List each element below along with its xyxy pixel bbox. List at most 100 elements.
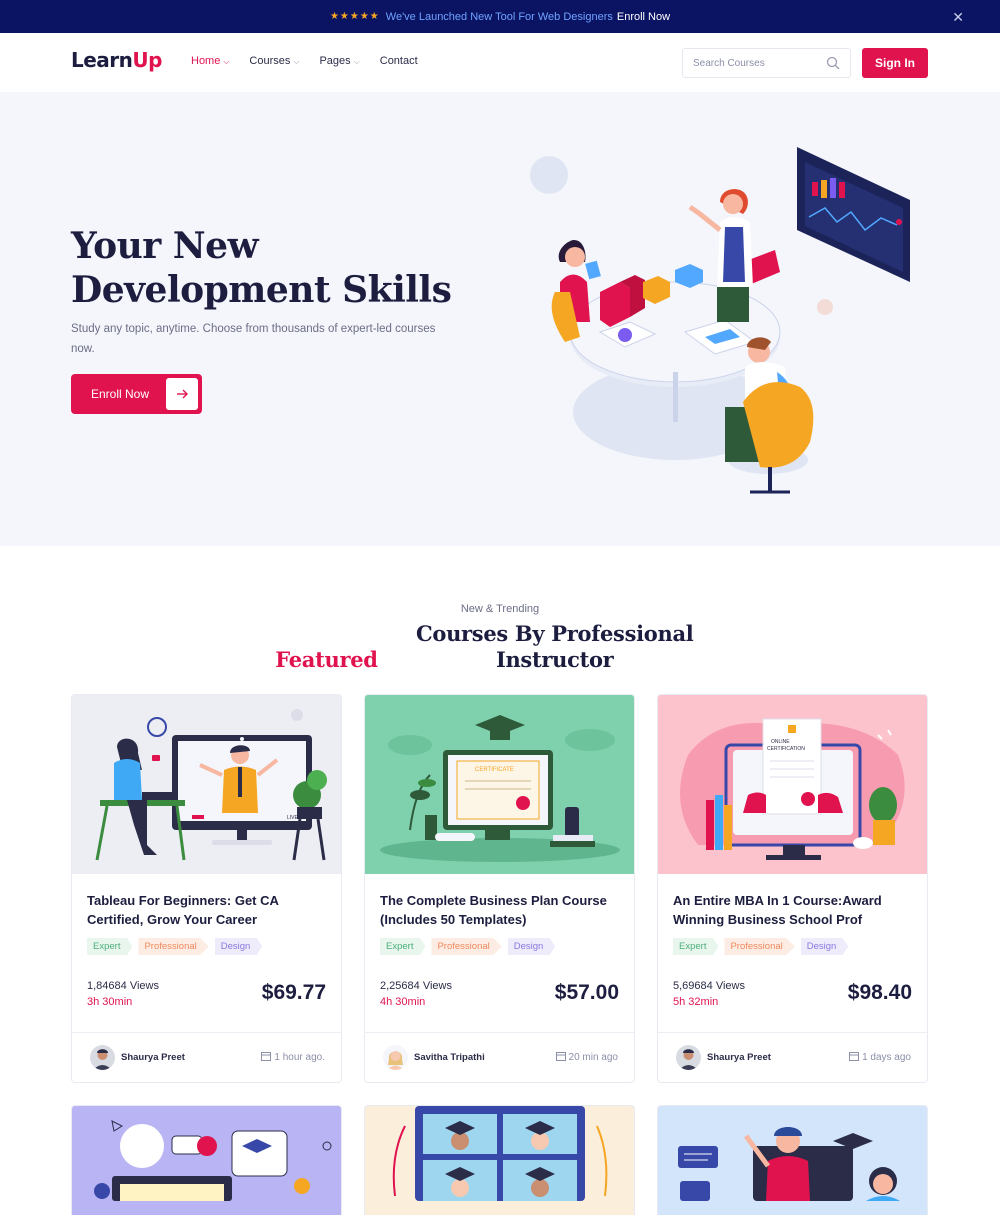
course-title[interactable]: An Entire MBA In 1 Course:Award Winning … [673,891,918,929]
card-divider [72,1032,341,1033]
main-navbar: LearnUp Home⌵ Courses⌵ Pages⌵ Contact Si… [0,33,1000,92]
online-class-illustration: LIVE [95,709,327,861]
author-name: Shaurya Preet [707,1052,771,1063]
course-thumbnail-partial [392,1106,608,1201]
hero-title-line1: Your New [71,225,259,267]
course-tags: Expert Professional Design [87,938,263,955]
course-card-partial[interactable] [364,1105,635,1215]
nav-item-courses[interactable]: Courses ⌵ [249,55,299,67]
course-views: 5,69684 Views [673,980,745,992]
hero-illustration [530,147,910,494]
course-tags: Expert Professional Design [380,938,556,955]
course-author[interactable]: Shaurya Preet [676,1045,771,1070]
announcement-message: We've Launched New Tool For Web Designer… [385,10,613,23]
close-icon[interactable]: ✕ [952,9,964,26]
section-title-highlight: Featured [275,647,378,672]
arrow-right-icon [166,378,198,410]
tag-expert[interactable]: Expert [673,938,719,955]
course-card[interactable]: ONLINE CERTIFICATION An Entire MBA In 1 … [657,694,928,1083]
tag-professional[interactable]: Professional [724,938,795,955]
logo-text-learn: Learn [71,48,133,72]
course-duration: 3h 30min [87,996,133,1008]
hero-title: Your New Development Skills [71,224,471,312]
nav-item-home[interactable]: Home ⌵ [191,55,229,67]
avatar [90,1045,115,1070]
announcement-enroll-link[interactable]: Enroll Now [617,11,670,23]
calendar-icon [261,1051,272,1064]
tag-professional[interactable]: Professional [138,938,209,955]
chevron-down-icon: ⌵ [353,57,360,66]
nav-item-courses-label: Courses [249,55,291,67]
online-certification-illustration: ONLINE CERTIFICATION [680,718,905,860]
nav-item-home-label: Home [191,55,221,67]
featured-section-heading: New & Trending Featured Courses By Profe… [0,603,1000,673]
logo-text-up: Up [132,48,162,72]
search-icon[interactable] [826,56,840,75]
announcement-bar: ★★★★★ We've Launched New Tool For Web De… [0,0,1000,33]
author-name: Savitha Tripathi [414,1052,485,1063]
signin-button[interactable]: Sign In [862,48,928,78]
nav-item-contact[interactable]: Contact [380,55,418,67]
course-thumbnail[interactable]: ONLINE CERTIFICATION [658,695,927,874]
course-thumbnail[interactable]: LIVE [72,695,341,874]
posted-time-text: 1 hour ago. [274,1052,325,1063]
nav-item-pages[interactable]: Pages ⌵ [319,55,359,67]
tag-expert[interactable]: Expert [380,938,426,955]
tag-design[interactable]: Design [800,938,849,955]
tag-design[interactable]: Design [214,938,263,955]
hero-title-line2: Development Skills [71,269,452,311]
course-price: $69.77 [261,981,326,1004]
course-posted-time: 1 days ago [849,1051,911,1064]
course-thumbnail-partial [94,1120,332,1201]
author-name: Shaurya Preet [121,1052,185,1063]
course-price: $57.00 [554,981,619,1004]
hero-subtitle: Study any topic, anytime. Choose from th… [71,323,436,355]
course-author[interactable]: Shaurya Preet [90,1045,185,1070]
course-price: $98.40 [847,981,912,1004]
course-card[interactable]: CERTIFICATE The Complete Business Plan C… [364,694,635,1083]
section-kicker: New & Trending [460,603,540,615]
posted-time-text: 20 min ago [568,1052,618,1063]
nav-item-contact-label: Contact [379,55,418,67]
course-duration: 4h 30min [380,996,426,1008]
course-card[interactable]: LIVE Tableau For Beginners: Get CA Certi… [71,694,342,1083]
search-input[interactable] [693,57,813,69]
svg-text:CERTIFICATION: CERTIFICATION [767,746,805,752]
course-posted-time: 20 min ago [555,1051,618,1064]
rating-stars: ★★★★★ [329,11,380,22]
calendar-icon [849,1051,860,1064]
enroll-button-label: Enroll Now [91,387,150,401]
enroll-now-button[interactable]: Enroll Now [71,374,202,414]
course-posted-time: 1 hour ago. [261,1051,325,1064]
chevron-down-icon: ⌵ [293,57,300,66]
tag-design[interactable]: Design [507,938,556,955]
course-title[interactable]: The Complete Business Plan Course (Inclu… [380,891,625,929]
course-views: 2,25684 Views [380,980,452,992]
course-card-partial[interactable] [71,1105,342,1215]
hero-section: Your New Development Skills Study any to… [0,92,1000,546]
course-thumbnail[interactable]: CERTIFICATE [365,695,634,874]
course-thumbnail-partial [678,1127,900,1201]
course-views: 1,84684 Views [87,980,159,992]
section-title: Featured Courses By Professional Instruc… [0,621,1000,673]
svg-text:CERTIFICATE: CERTIFICATE [475,767,514,773]
course-tags: Expert Professional Design [673,938,849,955]
certificate-illustration: CERTIFICATE [380,715,620,862]
course-card-partial[interactable] [657,1105,928,1215]
avatar [676,1045,701,1070]
calendar-icon [555,1051,566,1064]
card-divider [658,1032,927,1033]
nav-menu: Home ⌵ Courses ⌵ Pages ⌵ Contact [191,55,418,67]
chevron-down-icon: ⌵ [223,57,230,66]
brand-logo[interactable]: LearnUp [71,48,162,72]
course-author[interactable]: Savitha Tripathi [383,1045,485,1070]
course-duration: 5h 32min [673,996,719,1008]
card-divider [365,1032,634,1033]
course-title[interactable]: Tableau For Beginners: Get CA Certified,… [87,891,332,929]
section-title-rest: Courses By Professional Instructor [415,621,694,672]
svg-text:LIVE: LIVE [287,815,299,821]
tag-professional[interactable]: Professional [431,938,502,955]
search-box [682,48,851,78]
tag-expert[interactable]: Expert [87,938,133,955]
svg-text:ONLINE: ONLINE [771,739,790,745]
